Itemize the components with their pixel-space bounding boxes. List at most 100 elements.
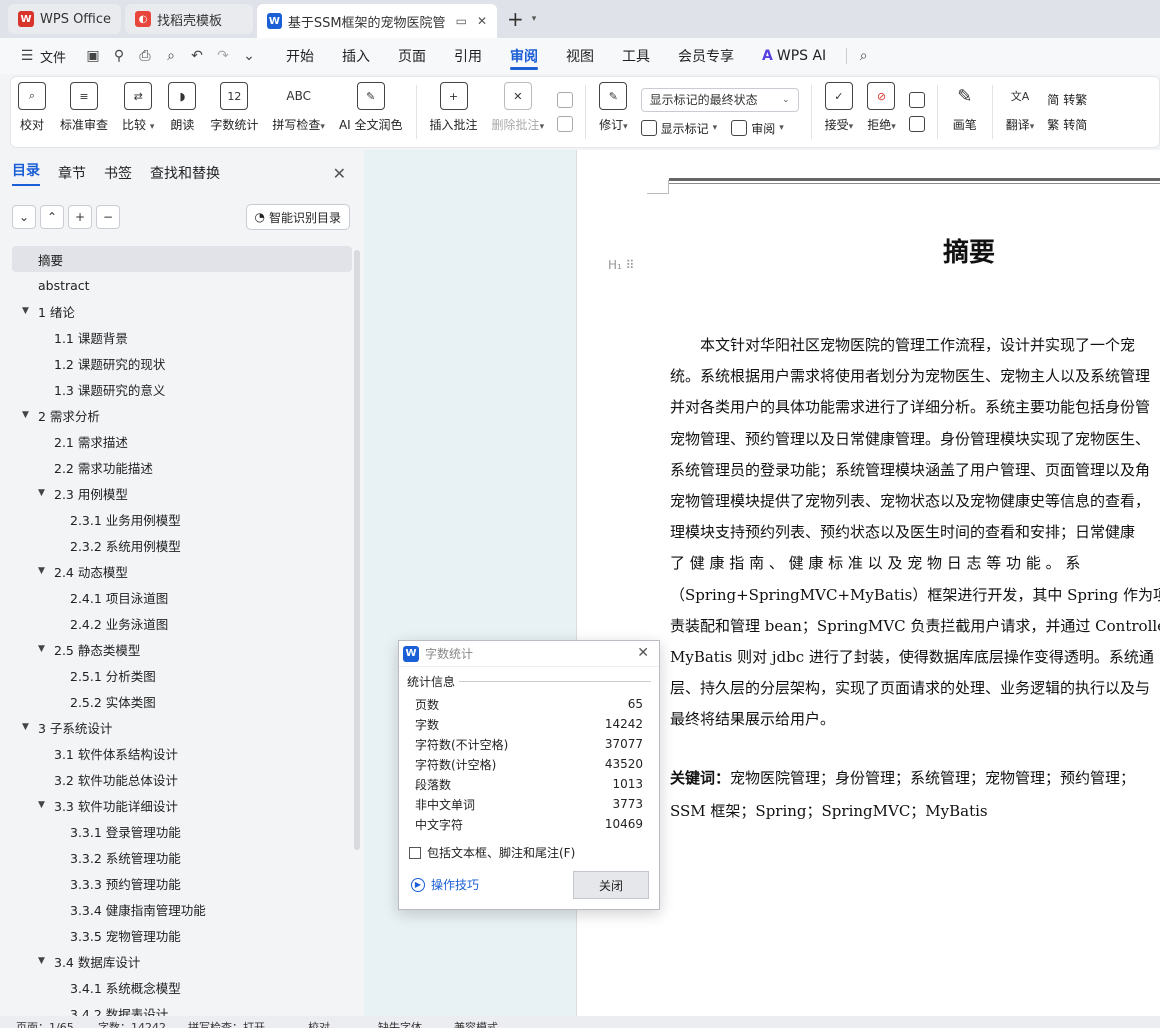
monitor-icon[interactable]: ▭ [456, 14, 467, 28]
close-pane-icon[interactable]: ✕ [333, 164, 346, 183]
toc-item[interactable]: 3.3.4 健康指南管理功能 [12, 896, 352, 922]
spell-check-button[interactable]: ABC 拼写检查▾ [265, 82, 332, 142]
toc-item[interactable]: ▼ 2.3 用例模型 [12, 480, 352, 506]
translate-button[interactable]: 文A 翻译▾ [999, 82, 1042, 142]
smart-toc-button[interactable]: ◔ 智能识别目录 [245, 204, 350, 230]
nav-tab-sections[interactable]: 章节 [58, 163, 86, 183]
show-markup-button[interactable]: 显示标记 [661, 120, 709, 137]
remove-heading-icon[interactable]: − [96, 205, 120, 229]
toc-item[interactable]: abstract [12, 272, 352, 298]
status-missing-font[interactable]: 缺失字体 [378, 1019, 422, 1028]
toc-item[interactable]: 3.3.2 系统管理功能 [12, 844, 352, 870]
review-pane-button[interactable]: 审阅 [751, 120, 775, 137]
menu-member[interactable]: 会员专享 [664, 38, 748, 74]
add-heading-icon[interactable]: + [68, 205, 92, 229]
delete-comment-button[interactable]: ✕ 删除批注▾ [485, 82, 552, 142]
toc-item[interactable]: ▼ 3.4 数据库设计 [12, 948, 352, 974]
include-footnotes-checkbox[interactable] [409, 846, 421, 859]
menu-review[interactable]: 审阅 [496, 38, 552, 74]
compare-button[interactable]: ⇄ 比较 ▾ [115, 82, 161, 142]
toc-item[interactable]: ▼ 1 绪论 [12, 298, 352, 324]
read-aloud-button[interactable]: ◗ 朗读 [161, 82, 203, 142]
toc-item[interactable]: 1.1 课题背景 [12, 324, 352, 350]
to-traditional-button[interactable]: 简转繁 [1047, 91, 1087, 108]
collapse-triangle-icon[interactable]: ▼ [22, 306, 34, 316]
menu-page[interactable]: 页面 [384, 38, 440, 74]
toc-item[interactable]: 1.3 课题研究的意义 [12, 376, 352, 402]
toc-item[interactable]: 2.1 需求描述 [12, 428, 352, 454]
toc-item[interactable]: ▼ 2.5 静态类模型 [12, 636, 352, 662]
tab-list-chevron-icon[interactable]: ▾ [532, 14, 537, 24]
toc-item[interactable]: 2.5.2 实体类图 [12, 688, 352, 714]
proofread-button[interactable]: ⌕ 校对 [11, 82, 53, 142]
save-icon[interactable]: ▣ [80, 48, 106, 64]
toc-item[interactable]: 3.3.5 宠物管理功能 [12, 922, 352, 948]
collapse-triangle-icon[interactable]: ▼ [22, 410, 34, 420]
toc-item[interactable]: ▼ 2.4 动态模型 [12, 558, 352, 584]
toc-item[interactable]: 3.1 软件体系结构设计 [12, 740, 352, 766]
accept-button[interactable]: ✓ 接受▾ [818, 82, 861, 142]
collapse-triangle-icon[interactable]: ▼ [38, 800, 50, 810]
drag-handle-icon[interactable]: ⠿ [626, 258, 635, 272]
ai-polish-button[interactable]: ✎ AI 全文润色 [332, 82, 410, 142]
menu-home[interactable]: 开始 [272, 38, 328, 74]
menu-file[interactable]: 文件 [40, 47, 66, 66]
previous-change-icon[interactable] [908, 92, 925, 108]
nav-tab-toc[interactable]: 目录 [12, 160, 40, 186]
collapse-triangle-icon[interactable]: ▼ [38, 566, 50, 576]
toc-item[interactable]: 摘要 [12, 246, 352, 272]
toc-item[interactable]: 2.4.1 项目泳道图 [12, 584, 352, 610]
close-tab-icon[interactable]: ✕ [477, 14, 487, 28]
to-simplified-button[interactable]: 繁转简 [1047, 116, 1087, 133]
word-count-button[interactable]: 12 字数统计 [203, 82, 265, 142]
search-icon[interactable]: ⌕ [846, 48, 872, 64]
more-chevron-icon[interactable]: ⌄ [236, 48, 262, 64]
undo-icon[interactable]: ↶ [184, 48, 210, 64]
previous-comment-icon[interactable] [557, 92, 574, 108]
close-icon[interactable]: ✕ [637, 645, 649, 661]
toc-item[interactable]: ▼ 3 子系统设计 [12, 714, 352, 740]
insert-comment-button[interactable]: + 插入批注 [423, 82, 485, 142]
tab-document[interactable]: W 基于SSM框架的宠物医院管理 ▭ ✕ [257, 4, 498, 38]
toc-item[interactable]: 2.2 需求功能描述 [12, 454, 352, 480]
toc-item[interactable]: 2.5.1 分析类图 [12, 662, 352, 688]
toc-item[interactable]: 2.3.2 系统用例模型 [12, 532, 352, 558]
nav-tab-find-replace[interactable]: 查找和替换 [150, 163, 220, 183]
menu-references[interactable]: 引用 [440, 38, 496, 74]
toc-item[interactable]: 3.4.1 系统概念模型 [12, 974, 352, 1000]
menu-tools[interactable]: 工具 [608, 38, 664, 74]
menu-view[interactable]: 视图 [552, 38, 608, 74]
menu-insert[interactable]: 插入 [328, 38, 384, 74]
share-icon[interactable]: ⚲ [106, 48, 132, 64]
toc-scrollbar[interactable] [354, 250, 360, 850]
markup-state-select[interactable]: 显示标记的最终状态 ⌄ [640, 87, 799, 112]
print-icon[interactable]: ⎙ [132, 48, 158, 64]
toc-item[interactable]: ▼ 3.3 软件功能详细设计 [12, 792, 352, 818]
document-page[interactable]: 摘要 本文针对华阳社区宠物医院的管理工作流程，设计并实现了一个宠 统。系统根据用户… [576, 150, 1160, 1016]
toc-item[interactable]: 3.3.3 预约管理功能 [12, 870, 352, 896]
heading-level-marker[interactable]: H₁ ⠿ [608, 258, 634, 272]
close-button[interactable]: 关闭 [573, 871, 649, 899]
hamburger-icon[interactable]: ☰ [14, 48, 40, 64]
new-tab-icon[interactable]: + [507, 7, 524, 31]
standard-review-button[interactable]: ≡ 标准审查 [53, 82, 115, 142]
tab-docer[interactable]: ◐ 找稻壳模板 [125, 4, 254, 34]
collapse-triangle-icon[interactable]: ▼ [38, 956, 50, 966]
include-footnotes-option[interactable]: 包括文本框、脚注和尾注(F) [399, 834, 659, 861]
toc-item[interactable]: 2.3.1 业务用例模型 [12, 506, 352, 532]
status-proof[interactable]: 校对 [308, 1019, 330, 1028]
next-comment-icon[interactable] [557, 116, 574, 132]
collapse-triangle-icon[interactable]: ▼ [38, 488, 50, 498]
next-change-icon[interactable] [908, 116, 925, 132]
collapse-chevron-up-icon[interactable]: ⌃ [40, 205, 64, 229]
status-words[interactable]: 字数：14242 [98, 1019, 166, 1028]
pen-button[interactable]: ✎ 画笔 [944, 82, 986, 142]
toc-item[interactable]: 2.4.2 业务泳道图 [12, 610, 352, 636]
tips-link[interactable]: ▶ 操作技巧 [411, 876, 479, 893]
menu-wps-ai[interactable]: A WPS AI [748, 38, 840, 74]
toc-item[interactable]: 3.2 软件功能总体设计 [12, 766, 352, 792]
toc-item[interactable]: 3.3.1 登录管理功能 [12, 818, 352, 844]
status-spell[interactable]: 拼写检查：打开 [188, 1019, 265, 1028]
nav-tab-bookmarks[interactable]: 书签 [104, 163, 132, 183]
toc-item[interactable]: ▼ 2 需求分析 [12, 402, 352, 428]
